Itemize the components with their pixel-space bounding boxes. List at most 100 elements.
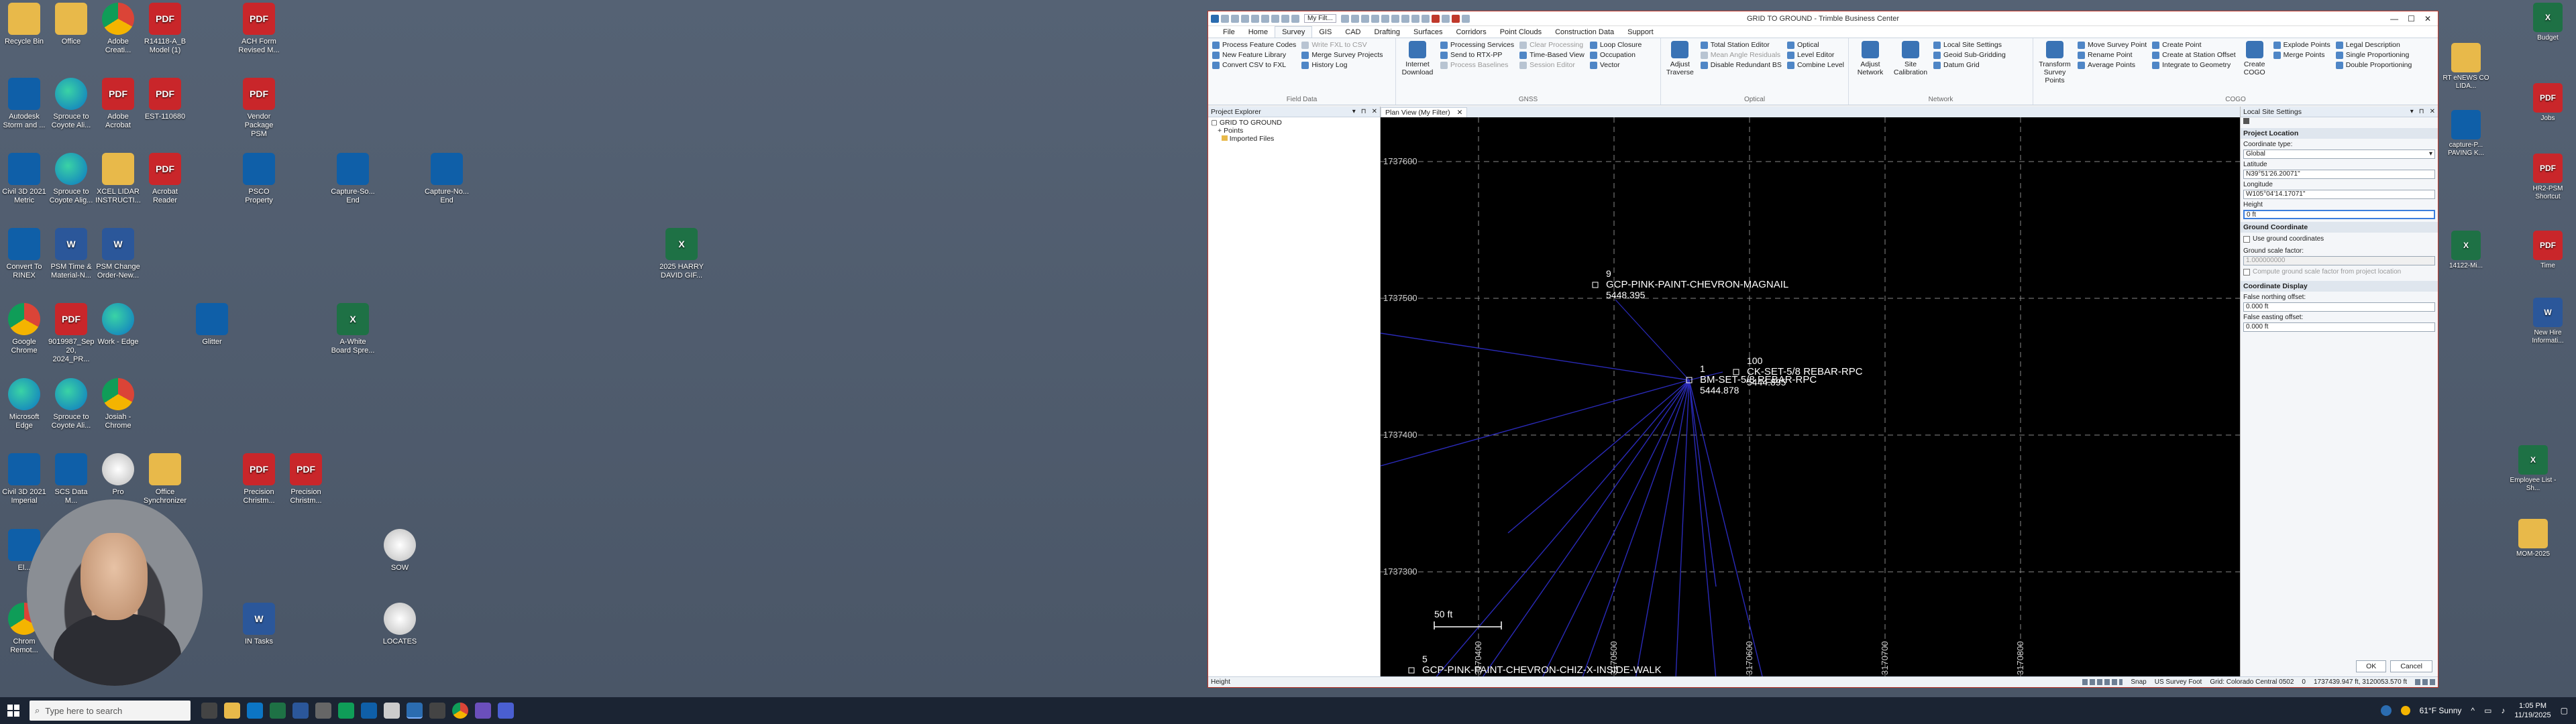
clock[interactable]: 1:05 PM 11/19/2025 — [2514, 701, 2551, 720]
desktop-icon[interactable]: Acrobat Reader — [142, 153, 188, 205]
desktop-icon[interactable]: 2025 HARRY DAVID GIF... — [659, 228, 704, 280]
desktop-icon[interactable]: Jobs — [2524, 83, 2572, 123]
point-icon[interactable] — [1381, 14, 1389, 23]
ribbon-item[interactable]: Optical — [1786, 41, 1844, 49]
ribbon-item[interactable]: Loop Closure — [1589, 41, 1642, 49]
desktop-icon[interactable]: XCEL LIDAR INSTRUCTI... — [95, 153, 141, 205]
new-icon[interactable] — [1221, 14, 1229, 23]
desktop-icon[interactable]: Precision Christm... — [283, 453, 329, 505]
desktop-icon[interactable]: Vendor Package PSM — [236, 78, 282, 139]
snap-icon[interactable] — [1350, 14, 1359, 23]
desktop-icon[interactable]: HR2-PSM Shortcut — [2524, 154, 2572, 201]
file-explorer-icon[interactable] — [224, 703, 240, 719]
grid-icon[interactable] — [1371, 14, 1379, 23]
volume-icon[interactable]: ♪ — [2501, 706, 2505, 715]
desktop-icon[interactable]: Autodesk Storm and ... — [1, 78, 47, 130]
save-icon[interactable] — [1241, 14, 1249, 23]
help-icon[interactable] — [1441, 14, 1450, 23]
close-icon[interactable]: ✕ — [2424, 14, 2431, 23]
desktop-icon[interactable]: SCS Data M... — [48, 453, 94, 505]
ribbon-item[interactable]: Datum Grid — [1933, 61, 2006, 69]
app-icon[interactable] — [361, 703, 377, 719]
desktop-icon[interactable]: RT eNEWS CO LIDA... — [2442, 43, 2490, 90]
desktop-icon[interactable]: Convert To RINEX — [1, 228, 47, 280]
desktop-icon[interactable]: Glitter — [189, 303, 235, 347]
ribbon-item[interactable]: Single Proportioning — [2335, 51, 2412, 59]
snap-toggle[interactable]: Snap — [2131, 678, 2146, 686]
desktop-icon[interactable]: ACH Form Revised M... — [236, 3, 282, 55]
site-calibration-button[interactable]: Site Calibration — [1893, 41, 1928, 94]
coord-type-select[interactable]: Global ▾ — [2243, 149, 2435, 159]
adjust-traverse-button[interactable]: Adjust Traverse — [1665, 41, 1695, 94]
pin-icon[interactable]: ▾ — [2410, 108, 2414, 115]
menu-tab-drafting[interactable]: Drafting — [1368, 27, 1407, 38]
desktop-icon[interactable]: Office Synchronizer — [142, 453, 188, 505]
desktop-icon[interactable]: Microsoft Edge — [1, 378, 47, 430]
adjust-network-button[interactable]: Adjust Network — [1853, 41, 1888, 94]
internet-download-button[interactable]: Internet Download — [1400, 41, 1435, 94]
chrome-icon[interactable] — [452, 703, 468, 719]
desktop-icon[interactable]: 14122-Mi... — [2442, 231, 2490, 270]
ribbon-item[interactable]: Double Proportioning — [2335, 61, 2412, 69]
menu-tab-construction-data[interactable]: Construction Data — [1548, 27, 1621, 38]
desktop-icon[interactable]: PSM Time & Material-N... — [48, 228, 94, 280]
desktop-icon[interactable]: Pro — [95, 453, 141, 497]
tree-root[interactable]: ▢ GRID TO GROUND — [1211, 119, 1377, 127]
desktop-icon[interactable]: Precision Christm... — [236, 453, 282, 505]
desktop-icon[interactable]: IN Tasks — [236, 603, 282, 646]
layer-icon[interactable] — [1340, 14, 1349, 23]
weather-text[interactable]: 61°F Sunny — [2420, 706, 2462, 715]
desktop-icon[interactable]: Adobe Creati... — [95, 3, 141, 55]
status-end-icons[interactable] — [2415, 679, 2435, 685]
pan-icon[interactable] — [1291, 14, 1299, 23]
desktop-icon[interactable]: Time — [2524, 231, 2572, 270]
desktop-icon[interactable]: New Hire Informati... — [2524, 298, 2572, 345]
view3d-icon[interactable] — [1411, 14, 1419, 23]
ribbon-item[interactable]: New Feature Library — [1212, 51, 1296, 59]
ribbon-item[interactable]: Convert CSV to FXL — [1212, 61, 1296, 69]
ribbon-item[interactable]: History Log — [1301, 61, 1383, 69]
desktop-icon[interactable]: capture-P... PAVING K... — [2442, 110, 2490, 158]
desktop-icon[interactable]: A-White Board Spre... — [330, 303, 376, 355]
stop-icon[interactable] — [1451, 14, 1460, 23]
redo-icon[interactable] — [1261, 14, 1269, 23]
ribbon-item[interactable]: Legal Description — [2335, 41, 2412, 49]
select-icon[interactable] — [1271, 14, 1279, 23]
ribbon-item[interactable]: Merge Points — [2273, 51, 2330, 59]
zoom-icon[interactable] — [1281, 14, 1289, 23]
desktop-icon[interactable]: Civil 3D 2021 Metric — [1, 153, 47, 205]
desktop-icon[interactable]: SOW — [377, 529, 423, 572]
tbc-taskbar-icon[interactable] — [407, 703, 423, 719]
status-tool-icons[interactable] — [2082, 679, 2123, 685]
line-icon[interactable] — [1391, 14, 1399, 23]
close-pane-icon[interactable]: ✕ — [2430, 108, 2435, 115]
height-input[interactable]: 0 ft — [2243, 210, 2435, 219]
transform-survey-points-button[interactable]: Transform Survey Points — [2037, 41, 2072, 94]
ribbon-item[interactable]: Disable Redundant BS — [1700, 61, 1782, 69]
create-cogo-button[interactable]: Create COGO — [2241, 41, 2268, 94]
ribbon-item[interactable]: Clear Processing — [1519, 41, 1585, 49]
desktop-icon[interactable]: Josiah - Chrome — [95, 378, 141, 430]
menu-tab-gis[interactable]: GIS — [1312, 27, 1338, 38]
ribbon-item[interactable]: Rename Point — [2078, 51, 2147, 59]
desktop-icon[interactable]: 9019987_Sep 20, 2024_PR... — [48, 303, 95, 364]
plan-canvas[interactable]: 17376001737500173740017373003170400 31705… — [1381, 117, 2241, 679]
desktop-icon[interactable]: Google Chrome — [1, 303, 47, 355]
false-northing-input[interactable]: 0.000 ft — [2243, 302, 2435, 312]
app-icon[interactable] — [315, 703, 331, 719]
app-icon[interactable] — [384, 703, 400, 719]
desktop-icon[interactable]: Budget — [2524, 3, 2572, 42]
taskbar-search[interactable]: ⌕ Type here to search — [30, 701, 191, 721]
tree-item-points[interactable]: + Points — [1211, 127, 1377, 135]
ribbon-item[interactable]: Mean Angle Residuals — [1700, 51, 1782, 59]
app-icon[interactable] — [475, 703, 491, 719]
desktop-icon[interactable]: Recycle Bin — [1, 3, 47, 46]
ribbon-item[interactable]: Session Editor — [1519, 61, 1585, 69]
network-tray-icon[interactable]: ▭ — [2484, 706, 2491, 715]
ribbon-item[interactable]: Create at Station Offset — [2152, 51, 2236, 59]
ribbon-item[interactable]: Combine Level — [1786, 61, 1844, 69]
measure-icon[interactable] — [1360, 14, 1369, 23]
tree-item-imported-files[interactable]: Imported Files — [1211, 135, 1377, 143]
menu-tab-home[interactable]: Home — [1242, 27, 1275, 38]
false-easting-input[interactable]: 0.000 ft — [2243, 322, 2435, 332]
